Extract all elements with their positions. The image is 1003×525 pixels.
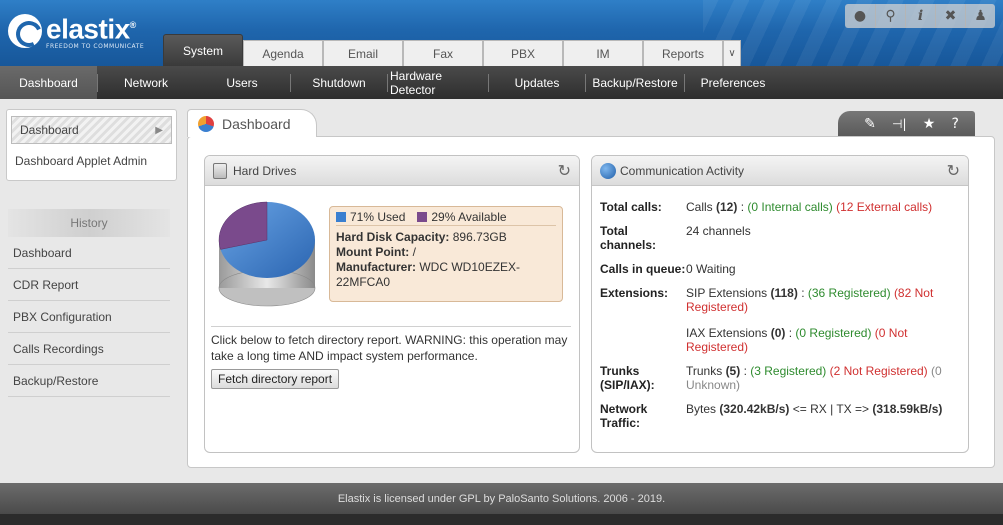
history-item-backup-restore[interactable]: Backup/Restore: [8, 365, 170, 397]
subnav-hardware-detector[interactable]: Hardware Detector: [388, 66, 488, 99]
tab-pbx[interactable]: PBX: [483, 40, 563, 66]
refresh-icon[interactable]: ↻: [558, 161, 571, 180]
history-item-calls-recordings[interactable]: Calls Recordings: [8, 333, 170, 365]
iax-extensions: IAX Extensions (0) : (0 Registered) (0 N…: [686, 326, 908, 354]
communication-stats-table: Total calls: Calls (12) : (0 Internal ca…: [600, 200, 960, 440]
info-icon[interactable]: i: [905, 4, 935, 28]
bottom-strip: [0, 514, 1003, 525]
history-item-dashboard[interactable]: Dashboard: [8, 237, 170, 269]
tab-reports[interactable]: Reports: [643, 40, 723, 66]
used-swatch: [336, 211, 346, 222]
legend-available: 29% Available: [417, 210, 507, 224]
subnav-dashboard[interactable]: Dashboard: [0, 66, 97, 99]
calls-in-queue-row: Calls in queue: 0 Waiting: [600, 262, 736, 276]
disk-usage-pie: [215, 200, 319, 312]
subnav-backup-restore[interactable]: Backup/Restore: [586, 66, 684, 99]
logo-tagline: FREEDOM TO COMMUNICATE: [46, 43, 145, 51]
disk-info-box: 71% Used 29% Available Hard Disk Capacit…: [329, 206, 563, 302]
tab-agenda[interactable]: Agenda: [243, 40, 323, 66]
tab-fax[interactable]: Fax: [403, 40, 483, 66]
tab-more-chevron-icon[interactable]: ∨: [723, 40, 741, 66]
history-item-cdr-report[interactable]: CDR Report: [8, 269, 170, 301]
edit-icon[interactable]: ✎: [864, 116, 876, 132]
communication-activity-header: Communication Activity ↻: [592, 156, 968, 186]
sub-navigation: Dashboard Network Users Shutdown Hardwar…: [0, 66, 1003, 99]
star-icon[interactable]: ★: [923, 116, 936, 132]
hard-drives-panel: Hard Drives ↻ 71% Used 29% Available Har…: [204, 155, 580, 453]
dashboard-tab[interactable]: Dashboard: [187, 109, 317, 137]
globe-icon: [600, 162, 616, 179]
subnav-shutdown[interactable]: Shutdown: [291, 66, 387, 99]
available-swatch: [417, 211, 428, 222]
sidebar-item-label: Dashboard: [20, 123, 79, 137]
hard-drive-icon: [213, 162, 227, 179]
communication-activity-panel: Communication Activity ↻ Total calls: Ca…: [591, 155, 969, 453]
header-tools: ● ⚲ i ✖ ♟: [845, 4, 995, 28]
total-calls-row: Total calls: Calls (12) : (0 Internal ca…: [600, 200, 933, 214]
logo-name: elastix®: [46, 13, 136, 45]
arrow-right-icon: ▶: [155, 124, 163, 136]
main-tabs: System Agenda Email Fax PBX IM Reports ∨: [163, 34, 741, 66]
history-header: History: [8, 209, 170, 237]
elastix-logo-mark: [8, 14, 42, 49]
disk-usage-pie-svg: [218, 201, 316, 307]
directory-report-description: Click below to fetch directory report. W…: [211, 326, 571, 364]
fetch-directory-report-button[interactable]: Fetch directory report: [211, 369, 340, 389]
dashboard-title: Dashboard: [222, 115, 291, 132]
hard-drives-header: Hard Drives ↻: [205, 156, 579, 186]
tab-im[interactable]: IM: [563, 40, 643, 66]
sidebar-menu: Dashboard ▶ Dashboard Applet Admin: [6, 109, 177, 181]
sidebar-item-dashboard-applet-admin[interactable]: Dashboard Applet Admin: [7, 146, 176, 176]
legend-used: 71% Used: [336, 210, 405, 224]
dashboard-toolbar: ✎ ⊣| ★ ?: [838, 111, 975, 136]
refresh-icon[interactable]: ↻: [947, 161, 960, 180]
sidebar: Dashboard ▶ Dashboard Applet Admin Histo…: [0, 109, 180, 397]
arrange-icon[interactable]: ⊣|: [892, 117, 907, 131]
footer: Elastix is licensed under GPL by PaloSan…: [0, 483, 1003, 514]
wrench-icon[interactable]: ✖: [935, 4, 965, 28]
elastix-logo[interactable]: elastix® FREEDOM TO COMMUNICATE: [8, 12, 144, 50]
subnav-network[interactable]: Network: [98, 66, 194, 99]
history-item-pbx-configuration[interactable]: PBX Configuration: [8, 301, 170, 333]
dashboard-content: Hard Drives ↻ 71% Used 29% Available Har…: [187, 136, 995, 468]
sip-extensions: SIP Extensions (118) : (36 Registered) (…: [686, 286, 934, 314]
tab-email[interactable]: Email: [323, 40, 403, 66]
help-icon[interactable]: ?: [951, 116, 958, 132]
total-channels-row: Total channels: 24 channels: [600, 224, 751, 252]
trunks-row: Trunks (SIP/IAX): Trunks (5) : (3 Regist…: [600, 364, 942, 392]
water-drop-icon[interactable]: ●: [845, 4, 875, 28]
extensions-row: Extensions: SIP Extensions (118) : (36 R…: [600, 286, 960, 364]
dashboard-icon: [198, 115, 214, 132]
network-traffic-row: Network Traffic: Bytes (320.42kB/s) <= R…: [600, 402, 943, 430]
subnav-preferences[interactable]: Preferences: [685, 66, 781, 99]
user-icon[interactable]: ♟: [965, 4, 995, 28]
capacity-line: Hard Disk Capacity: 896.73GB: [336, 230, 507, 244]
mount-point-line: Mount Point: /: [336, 245, 416, 259]
subnav-updates[interactable]: Updates: [489, 66, 585, 99]
sidebar-item-dashboard[interactable]: Dashboard ▶: [11, 116, 172, 144]
communication-activity-title: Communication Activity: [620, 163, 745, 178]
manufacturer-line: Manufacturer: WDC WD10EZEX-22MFCA0: [336, 260, 521, 289]
search-icon[interactable]: ⚲: [875, 4, 905, 28]
hard-drives-title: Hard Drives: [233, 163, 297, 178]
tab-system[interactable]: System: [163, 34, 243, 66]
subnav-users[interactable]: Users: [194, 66, 290, 99]
